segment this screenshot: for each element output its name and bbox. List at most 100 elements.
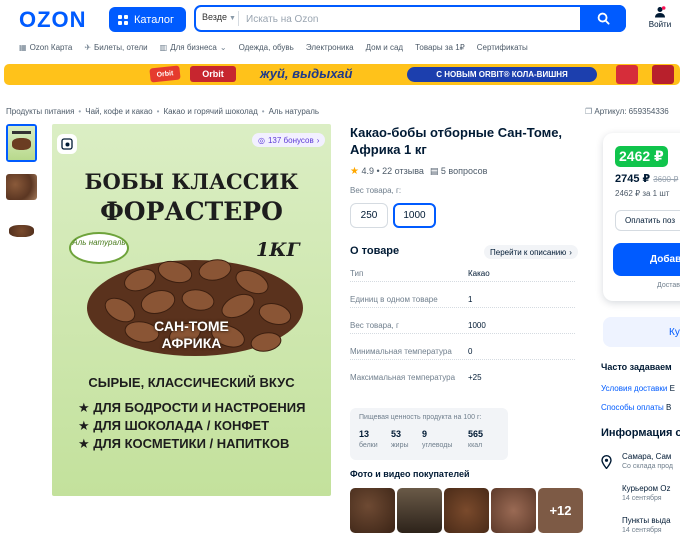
thumbnail-2[interactable] — [6, 174, 37, 200]
nutrition-title: Пищевая ценность продукта на 100 г: — [359, 414, 482, 421]
spec-value: 1000 — [468, 321, 486, 330]
catalog-button[interactable]: Каталог — [109, 7, 186, 32]
plane-icon: ✈ — [84, 43, 92, 52]
nav-label: Для бизнеса — [170, 43, 217, 52]
bonus-icon: ◎ — [258, 135, 265, 145]
search-input[interactable] — [246, 11, 576, 27]
building-icon: ▥ — [159, 43, 168, 52]
delivery-pickup[interactable]: Пункты выда — [622, 516, 671, 525]
ozon-logo[interactable]: OZON — [19, 7, 87, 33]
brand-logo: Аль натураль — [69, 232, 129, 264]
nutrition-value: 53 — [391, 429, 402, 439]
faq-link-label: Условия доставки — [601, 384, 668, 393]
star-icon: ★ — [350, 166, 359, 177]
grid-icon — [118, 14, 128, 25]
info-title: Информация о — [601, 427, 680, 439]
location-city[interactable]: Самара, Сам — [622, 452, 671, 461]
nav-tickets[interactable]: ✈ Билеты, отели — [84, 43, 147, 52]
customer-photo[interactable] — [444, 488, 489, 533]
faq-title: Часто задаваем — [601, 362, 672, 372]
chevron-down-icon: ▼ — [229, 15, 236, 22]
bonus-badge[interactable]: ◎ 137 бонусов › — [252, 133, 326, 147]
nav-1rub[interactable]: Товары за 1₽ — [415, 43, 465, 52]
nutrition-label: углеводы — [422, 442, 453, 449]
login-label: Войти — [648, 20, 672, 29]
nutrition-label: ккал — [468, 442, 483, 449]
login-button[interactable]: Войти — [645, 6, 675, 29]
location-pin-icon — [601, 455, 612, 469]
nutrition-label: белки — [359, 442, 378, 449]
image-caption: СЫРЫЕ, КЛАССИЧЕСКИЙ ВКУС — [88, 375, 295, 390]
faq-link-label: Способы оплаты — [601, 403, 664, 412]
questions-link[interactable]: ▤ 5 вопросов — [430, 166, 488, 177]
breadcrumb-item[interactable]: Продукты питания — [6, 107, 74, 116]
article-number[interactable]: ❐ Артикул: 659354336 — [585, 107, 669, 116]
customer-photo[interactable] — [491, 488, 536, 533]
orbit-pack-image: Orbit — [149, 65, 181, 83]
delivery-date: 14 сентября — [622, 527, 662, 534]
thumbnail-3[interactable] — [6, 220, 37, 242]
customer-photo[interactable] — [397, 488, 442, 533]
image-weight: 1КГ — [256, 239, 300, 261]
nav-home[interactable]: Дом и сад — [366, 43, 404, 52]
user-icon — [655, 6, 666, 18]
search-bar: Везде ▼ — [194, 5, 626, 32]
faq-link-payment[interactable]: Способы оплаты В — [601, 403, 671, 412]
add-to-cart-button[interactable]: Добав — [613, 243, 680, 276]
pay-later-button[interactable]: Оплатить поз — [615, 210, 680, 231]
spec-value: 1 — [468, 295, 473, 304]
goto-label: Перейти к описанию — [490, 247, 567, 257]
nav-clothes[interactable]: Одежда, обувь — [239, 43, 294, 52]
nav-label: Ozon Карта — [29, 43, 73, 52]
card-price: 2462 ₽ — [615, 146, 668, 167]
customer-photo[interactable] — [350, 488, 395, 533]
full-price: 2745 ₽3600 ₽ — [615, 173, 679, 185]
spec-divider — [350, 359, 575, 360]
top-nav: ▦ Ozon Карта ✈ Билеты, отели ▥ Для бизнеса ⌄… — [19, 43, 528, 52]
breadcrumb-item[interactable]: Чай, кофе и какао — [85, 107, 152, 116]
image-benefit: ★ ДЛЯ ШОКОЛАДА / КОНФЕТ — [78, 418, 270, 433]
nutrition-value: 9 — [422, 429, 428, 439]
rating-link[interactable]: ★ 4.9 • 22 отзыва — [350, 166, 424, 177]
unit-price: 2462 ₽ за 1 шт — [615, 189, 670, 198]
customer-photos-title: Фото и видео покупателей — [350, 469, 470, 479]
breadcrumb-item[interactable]: Аль натураль — [269, 107, 319, 116]
rating-row: ★ 4.9 • 22 отзыва ▤ 5 вопросов — [350, 166, 487, 177]
faq-link-delivery[interactable]: Условия доставки Е — [601, 384, 675, 393]
thumbnail-1[interactable] — [6, 124, 37, 162]
nutrition-label: жиры — [391, 442, 409, 449]
copy-icon: ❐ — [585, 107, 593, 116]
product-title: Какао-бобы отборные Сан-Томе, Африка 1 к… — [350, 125, 563, 157]
bonus-label: 137 бонусов — [267, 135, 314, 145]
promo-banner[interactable]: Orbit Orbit жуй, выдыхай С НОВЫМ ORBIT® … — [4, 64, 680, 85]
weight-option-1000[interactable]: 1000 — [393, 203, 436, 228]
image-benefit: ★ ДЛЯ БОДРОСТИ И НАСТРОЕНИЯ — [78, 400, 306, 415]
breadcrumb-item[interactable]: Какао и горячий шоколад — [163, 107, 257, 116]
spec-value: Какао — [468, 269, 490, 278]
nav-certificates[interactable]: Сертификаты — [477, 43, 528, 52]
spec-divider — [350, 281, 575, 282]
delivery-date: 14 сентября — [622, 495, 662, 502]
delivery-courier[interactable]: Курьером Oz — [622, 484, 670, 493]
nav-ozon-map[interactable]: ▦ Ozon Карта — [19, 43, 72, 52]
faq-link-cut: Е — [669, 384, 675, 393]
goto-description-button[interactable]: Перейти к описанию › — [484, 245, 578, 259]
visual-search-icon[interactable] — [57, 134, 77, 154]
divider — [238, 11, 239, 26]
weight-label: Вес товара, г: — [350, 186, 402, 195]
nav-business[interactable]: ▥ Для бизнеса ⌄ — [160, 43, 227, 52]
nav-electronics[interactable]: Электроника — [306, 43, 354, 52]
more-photos-button[interactable]: +12 — [538, 488, 583, 533]
search-button[interactable] — [580, 5, 626, 32]
weight-option-250[interactable]: 250 — [350, 203, 388, 228]
search-scope-label: Везде — [202, 12, 227, 22]
gum-pack-image — [616, 65, 638, 84]
chevron-right-icon: › — [316, 135, 320, 145]
image-title-line1: БОБЫ КЛАССИК — [84, 169, 299, 194]
grid-icon: ▦ — [19, 43, 27, 52]
location-sub: Со склада прод — [622, 463, 673, 470]
buy-now-button[interactable]: Ку — [603, 317, 680, 347]
product-image[interactable]: ◎ 137 бонусов › БОБЫ КЛАССИК ФОРАСТЕРО А… — [52, 124, 331, 496]
nutrition-card: Пищевая ценность продукта на 100 г: 13 б… — [350, 408, 508, 460]
search-scope-select[interactable]: Везде ▼ — [202, 12, 236, 22]
